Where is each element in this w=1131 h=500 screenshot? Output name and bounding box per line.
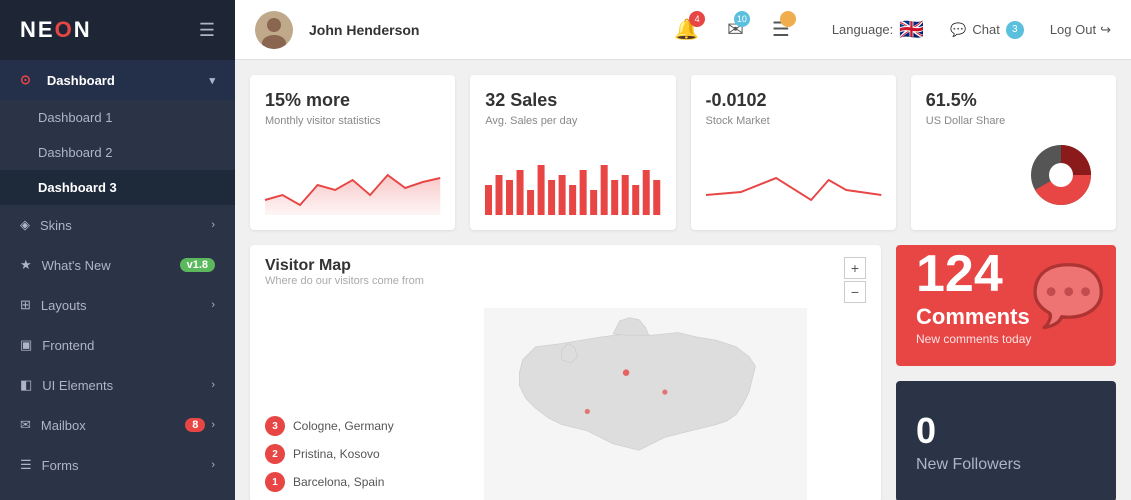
skins-icon: ◈ <box>20 217 30 233</box>
dashboard-icon: ⊙ <box>20 72 31 88</box>
sidebar-item-mailbox[interactable]: ✉ Mailbox 8 › <box>0 405 235 445</box>
map-title: Visitor Map <box>265 257 424 275</box>
sidebar-item-layouts[interactable]: ⊞ Layouts › <box>0 285 235 325</box>
language-selector[interactable]: Language: 🇬🇧 <box>832 17 924 42</box>
mailbox-badge: 8 <box>185 418 205 432</box>
sidebar-item-dashboard2[interactable]: Dashboard 2 <box>0 135 235 170</box>
map-zoom-controls: + − <box>844 257 866 303</box>
sidebar-item-skins[interactable]: ◈ Skins › <box>0 205 235 245</box>
map-zoom-in[interactable]: + <box>844 257 866 279</box>
stat-cards-row: 15% more Monthly visitor statistics <box>250 75 1116 230</box>
stat-card-visitors: 15% more Monthly visitor statistics <box>250 75 455 230</box>
sidebar: NEON ☰ ⊙ Dashboard ▾ Dashboard 1 Dashboa… <box>0 0 235 500</box>
stat-card-sales-title: 32 Sales <box>485 90 660 111</box>
layouts-arrow: › <box>211 299 215 311</box>
city-name-barcelona: Barcelona, Spain <box>293 475 384 489</box>
hamburger-icon[interactable]: ☰ <box>199 20 215 41</box>
city-name-pristina: Pristina, Kosovo <box>293 447 380 461</box>
stat-card-visitors-sub: Monthly visitor statistics <box>265 115 440 127</box>
right-widgets: 💬 124 Comments New comments today 0 New … <box>896 245 1116 500</box>
mailbox-arrow: › <box>211 419 215 431</box>
city-rank-cologne: 3 <box>265 416 285 436</box>
topbar-username: John Henderson <box>309 22 419 38</box>
stat-card-stock: -0.0102 Stock Market <box>691 75 896 230</box>
notif2-button[interactable]: ✉ 10 <box>727 17 744 42</box>
logout-label: Log Out <box>1050 22 1096 37</box>
stat-card-stock-title: -0.0102 <box>706 90 881 111</box>
whatsnew-icon: ★ <box>20 257 32 273</box>
city-rank-barcelona: 1 <box>265 472 285 492</box>
flag-icon: 🇬🇧 <box>899 17 924 42</box>
uielements-icon: ◧ <box>20 377 32 393</box>
map-city-barcelona: 1 Barcelona, Spain <box>265 472 395 492</box>
sidebar-item-dashboard1[interactable]: Dashboard 1 <box>0 100 235 135</box>
stat-card-sales-sub: Avg. Sales per day <box>485 115 660 127</box>
chat-icon: 💬 <box>950 22 966 38</box>
stat-card-visitors-chart <box>265 160 440 215</box>
frontend-icon: ▣ <box>20 337 32 353</box>
logo-text: NEON <box>20 17 92 43</box>
avatar <box>255 11 293 49</box>
followers-number: 0 <box>916 410 1096 452</box>
notif2-badge: 10 <box>734 11 750 27</box>
forms-icon: ☰ <box>20 457 32 473</box>
stat-card-stock-chart <box>706 160 881 215</box>
notif3-badge <box>780 11 796 27</box>
city-name-cologne: Cologne, Germany <box>293 419 394 433</box>
sidebar-item-uielements[interactable]: ◧ UI Elements › <box>0 365 235 405</box>
language-label: Language: <box>832 22 893 37</box>
logout-button[interactable]: Log Out ↪ <box>1050 22 1111 38</box>
map-header: Visitor Map Where do our visitors come f… <box>250 245 881 308</box>
map-sub: Where do our visitors come from <box>265 275 424 287</box>
sidebar-menu: ⊙ Dashboard ▾ Dashboard 1 Dashboard 2 Da… <box>0 60 235 485</box>
logout-icon: ↪ <box>1100 22 1111 38</box>
dashboard-header-label: Dashboard <box>47 73 115 88</box>
stat-card-dollar-chart <box>926 135 1101 215</box>
notif1-button[interactable]: 🔔 4 <box>674 17 699 42</box>
dashboard-arrow: ▾ <box>209 74 215 87</box>
main-content: John Henderson 🔔 4 ✉ 10 ☰ Language: 🇬🇧 💬… <box>235 0 1131 500</box>
stat-card-dollar-title: 61.5% <box>926 90 1101 111</box>
chat-label: Chat <box>972 22 999 37</box>
followers-widget: 0 New Followers <box>896 381 1116 500</box>
sidebar-item-forms[interactable]: ☰ Forms › <box>0 445 235 485</box>
followers-label: New Followers <box>916 456 1096 474</box>
stat-card-stock-sub: Stock Market <box>706 115 881 127</box>
map-visual <box>410 308 881 500</box>
forms-arrow: › <box>211 459 215 471</box>
mailbox-icon: ✉ <box>20 417 31 433</box>
stat-card-sales-chart <box>485 160 660 215</box>
skins-arrow: › <box>211 219 215 231</box>
map-city-cologne: 3 Cologne, Germany <box>265 416 395 436</box>
bottom-row: Visitor Map Where do our visitors come f… <box>250 245 1116 500</box>
chat-button[interactable]: 💬 Chat 3 <box>950 21 1024 39</box>
content-area: 15% more Monthly visitor statistics <box>235 60 1131 500</box>
whatsnew-badge: v1.8 <box>180 258 215 272</box>
layouts-icon: ⊞ <box>20 297 31 313</box>
visitor-map-card: Visitor Map Where do our visitors come f… <box>250 245 881 500</box>
stat-card-visitors-title: 15% more <box>265 90 440 111</box>
notif3-button[interactable]: ☰ <box>772 17 790 42</box>
topbar: John Henderson 🔔 4 ✉ 10 ☰ Language: 🇬🇧 💬… <box>235 0 1131 60</box>
sidebar-dashboard-header[interactable]: ⊙ Dashboard ▾ <box>0 60 235 100</box>
map-body: 3 Cologne, Germany 2 Pristina, Kosovo 1 … <box>250 308 881 500</box>
stat-card-sales: 32 Sales Avg. Sales per day <box>470 75 675 230</box>
sidebar-item-frontend[interactable]: ▣ Frontend <box>0 325 235 365</box>
map-city-list: 3 Cologne, Germany 2 Pristina, Kosovo 1 … <box>250 308 410 500</box>
notif1-badge: 4 <box>689 11 705 27</box>
chat-badge: 3 <box>1006 21 1024 39</box>
comments-bg-icon: 💬 <box>1031 260 1106 331</box>
sidebar-item-whatsnew[interactable]: ★ What's New v1.8 <box>0 245 235 285</box>
city-rank-pristina: 2 <box>265 444 285 464</box>
map-zoom-out[interactable]: − <box>844 281 866 303</box>
sidebar-item-dashboard3[interactable]: Dashboard 3 <box>0 170 235 205</box>
comments-sublabel: New comments today <box>916 332 1096 346</box>
map-city-pristina: 2 Pristina, Kosovo <box>265 444 395 464</box>
stat-card-dollar-sub: US Dollar Share <box>926 115 1101 127</box>
comments-widget: 💬 124 Comments New comments today <box>896 245 1116 366</box>
stat-card-dollar: 61.5% US Dollar Share <box>911 75 1116 230</box>
sidebar-logo: NEON ☰ <box>0 0 235 60</box>
uielements-arrow: › <box>211 379 215 391</box>
